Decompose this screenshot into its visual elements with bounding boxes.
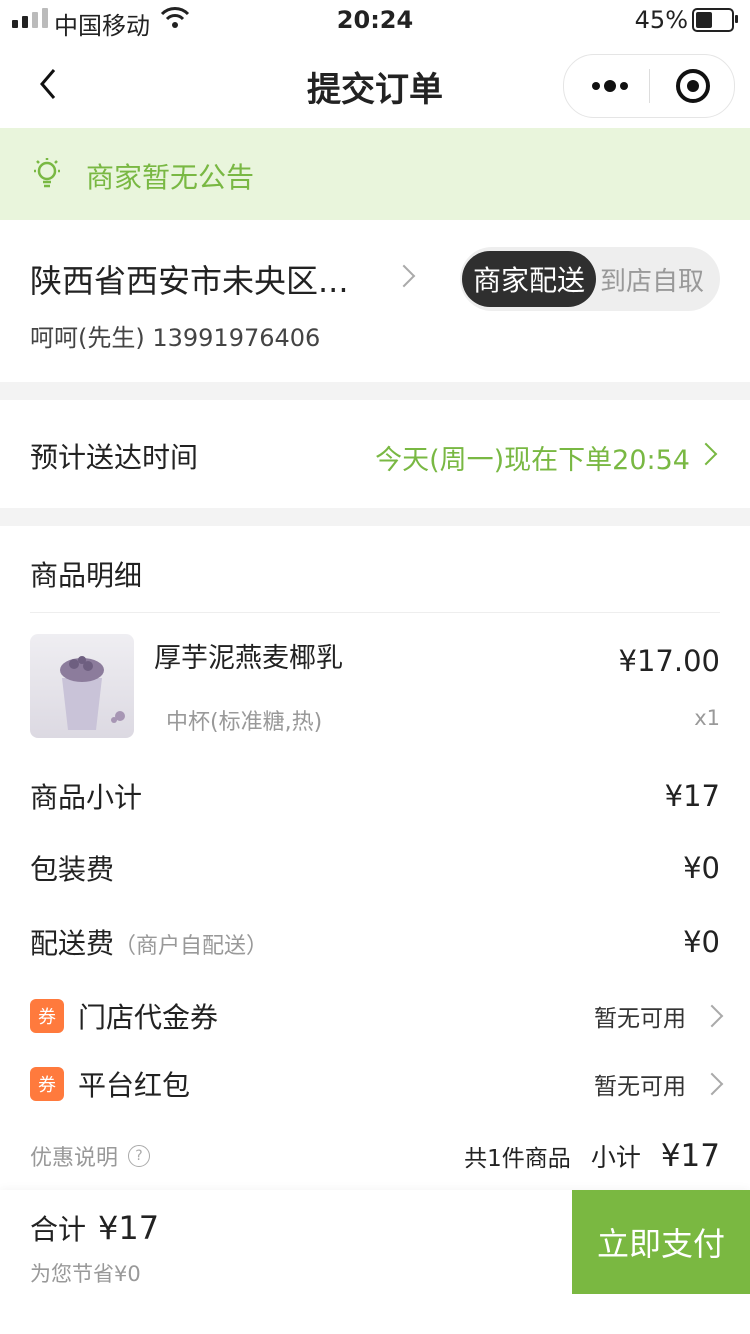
saved-text: 为您节省¥0	[30, 1262, 141, 1286]
store-coupon-row[interactable]: 券 门店代金券 暂无可用	[30, 994, 724, 1038]
packing-row: 包装费 ¥0	[30, 846, 720, 890]
product-spec: 中杯(标准糖,热)	[166, 710, 323, 735]
contact-info: 呵呵(先生) 13991976406	[30, 324, 321, 352]
bulb-icon	[30, 156, 64, 196]
details-header: 商品明细	[30, 559, 143, 592]
target-icon[interactable]	[674, 67, 712, 105]
total-group: 合计 ¥17	[30, 1208, 159, 1248]
subtotal-value: ¥17	[664, 779, 720, 813]
notice-bar: 商家暂无公告	[0, 128, 750, 220]
nav-bar: 提交订单	[0, 40, 750, 128]
chevron-right-icon[interactable]	[700, 1072, 724, 1096]
product-price: ¥17.00	[618, 644, 720, 678]
total-label: 合计	[30, 1213, 87, 1246]
more-icon[interactable]	[590, 73, 630, 99]
product-image	[30, 634, 134, 738]
chevron-right-icon[interactable]	[700, 1004, 724, 1028]
order-details: 商品明细 厚芋泥燕麦椰乳 中杯(标准糖,热) ¥17.00 x1 商品小计 ¥1…	[0, 526, 750, 1190]
sub-label: 小计	[590, 1143, 641, 1172]
subtotal-label: 商品小计	[30, 781, 143, 814]
platform-coupon-label: 平台红包	[78, 1069, 191, 1102]
divider	[30, 612, 720, 613]
notice-text: 商家暂无公告	[86, 161, 255, 194]
product-name: 厚芋泥燕麦椰乳	[154, 643, 343, 674]
delivery-fee-group: 配送费（商户自配送）	[30, 922, 268, 962]
store-coupon-label: 门店代金券	[78, 1001, 219, 1034]
store-coupon-value[interactable]: 暂无可用	[594, 999, 686, 1033]
delivery-time-label: 预计送达时间	[30, 441, 199, 474]
summary-row: 优惠说明 ? 共1件商品 小计 ¥17	[30, 1134, 720, 1178]
delivery-fee-note: （商户自配送）	[114, 934, 269, 959]
packing-value: ¥0	[683, 851, 720, 885]
delivery-mode-pickup[interactable]: 到店自取	[600, 251, 704, 307]
delivery-mode-toggle[interactable]: 商家配送 到店自取	[460, 247, 720, 311]
store-coupon-group: 券 门店代金券	[30, 996, 218, 1036]
platform-coupon-value[interactable]: 暂无可用	[594, 1067, 686, 1101]
battery-percent: 45%	[634, 6, 688, 34]
discount-note-group[interactable]: 优惠说明 ?	[30, 1140, 151, 1172]
coupon-badge: 券	[30, 1067, 64, 1101]
battery-icon	[692, 8, 738, 32]
sub-value: ¥17	[660, 1138, 720, 1174]
store-coupon-action[interactable]: 暂无可用	[594, 999, 724, 1033]
bottom-bar: 合计 ¥17 为您节省¥0 立即支付	[0, 1190, 750, 1334]
platform-coupon-action[interactable]: 暂无可用	[594, 1067, 724, 1101]
status-bar: 中国移动 20:24 45%	[0, 0, 750, 40]
mini-program-capsule	[563, 54, 735, 118]
packing-label: 包装费	[30, 853, 115, 886]
delivery-mode-merchant[interactable]: 商家配送	[462, 251, 596, 307]
product-qty: x1	[694, 706, 720, 730]
chevron-right-icon[interactable]	[392, 264, 416, 288]
item-count: 共1件商品	[464, 1146, 571, 1172]
divider	[0, 508, 750, 526]
platform-coupon-group: 券 平台红包	[30, 1064, 190, 1104]
coupon-badge: 券	[30, 999, 64, 1033]
delivery-time-value[interactable]: 今天(周一)现在下单20:54	[375, 438, 690, 477]
platform-coupon-row[interactable]: 券 平台红包 暂无可用	[30, 1062, 724, 1106]
help-circle-icon[interactable]: ?	[128, 1145, 151, 1167]
delivery-fee-label: 配送费	[30, 927, 115, 960]
address-text[interactable]: 陕西省西安市未央区...	[30, 256, 349, 302]
pay-button[interactable]: 立即支付	[572, 1190, 750, 1294]
discount-note[interactable]: 优惠说明	[30, 1140, 118, 1172]
summary-values: 共1件商品 小计 ¥17	[464, 1138, 720, 1174]
divider	[0, 382, 750, 400]
subtotal-row: 商品小计 ¥17	[30, 774, 720, 818]
delivery-fee-row: 配送费（商户自配送） ¥0	[30, 920, 720, 964]
delivery-fee-value: ¥0	[683, 925, 720, 959]
chevron-right-icon[interactable]	[694, 442, 718, 466]
total-value: ¥17	[98, 1209, 160, 1247]
delivery-time-row[interactable]: 预计送达时间 今天(周一)现在下单20:54	[0, 400, 750, 508]
